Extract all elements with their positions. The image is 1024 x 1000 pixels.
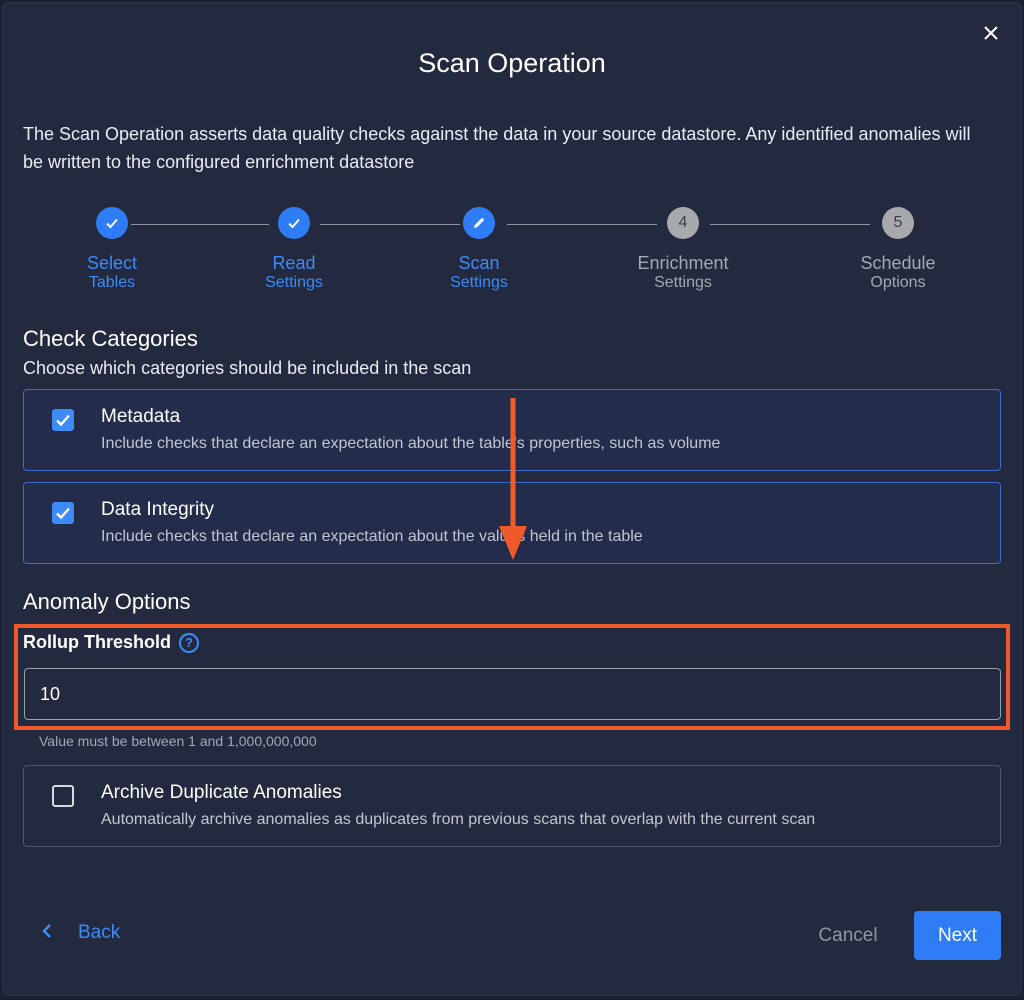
check-icon — [56, 414, 70, 427]
option-title: Data Integrity — [101, 499, 214, 520]
step-number: 4 — [667, 207, 699, 239]
close-button[interactable] — [978, 20, 1004, 46]
back-button[interactable]: Back — [40, 920, 120, 946]
option-description: Automatically archive anomalies as dupli… — [101, 811, 816, 828]
step-label: Enrichment — [637, 253, 729, 273]
step-label: Schedule — [860, 253, 936, 273]
step-sublabel: Options — [870, 274, 926, 291]
step-number: 5 — [882, 207, 914, 239]
step-label: Scan — [458, 253, 500, 273]
option-title: Metadata — [101, 406, 181, 427]
step-read-settings[interactable]: Read Settings — [234, 207, 354, 293]
step-label: Select — [86, 253, 138, 273]
metadata-checkbox[interactable] — [52, 409, 74, 431]
step-select-tables[interactable]: Select Tables — [52, 207, 172, 293]
check-icon — [56, 507, 70, 520]
step-schedule-options[interactable]: 5 Schedule Options — [838, 207, 958, 293]
step-sublabel: Settings — [654, 274, 712, 291]
anomaly-options-title: Anomaly Options — [23, 589, 191, 614]
close-icon — [984, 26, 998, 40]
check-categories-subtitle: Choose which categories should be includ… — [23, 358, 472, 378]
annotation-highlight-box — [14, 624, 1010, 730]
check-categories-title: Check Categories — [23, 326, 198, 351]
chevron-left-icon — [40, 920, 54, 946]
back-label: Back — [78, 922, 121, 943]
rollup-threshold-hint: Value must be between 1 and 1,000,000,00… — [39, 733, 317, 749]
step-sublabel: Tables — [88, 274, 136, 291]
step-sublabel: Settings — [450, 274, 508, 291]
annotation-arrow — [499, 398, 527, 560]
archive-duplicates-checkbox[interactable] — [52, 785, 74, 807]
option-description: Include checks that declare an expectati… — [101, 435, 721, 452]
cancel-button[interactable]: Cancel — [806, 920, 890, 952]
step-scan-settings[interactable]: Scan Settings — [419, 207, 539, 293]
dialog-title: Scan Operation — [418, 48, 606, 78]
dialog-description: The Scan Operation asserts data quality … — [23, 124, 971, 172]
step-check-icon — [278, 207, 310, 239]
archive-duplicates-option[interactable]: Archive Duplicate Anomalies Automaticall… — [23, 765, 1001, 847]
data-integrity-checkbox[interactable] — [52, 502, 74, 524]
option-title: Archive Duplicate Anomalies — [101, 782, 342, 803]
step-check-icon — [96, 207, 128, 239]
step-enrichment-settings[interactable]: 4 Enrichment Settings — [623, 207, 743, 293]
step-label: Read — [272, 253, 316, 273]
option-description: Include checks that declare an expectati… — [101, 528, 643, 545]
next-button[interactable]: Next — [914, 911, 1001, 960]
step-pencil-icon — [463, 207, 495, 239]
step-sublabel: Settings — [265, 274, 323, 291]
